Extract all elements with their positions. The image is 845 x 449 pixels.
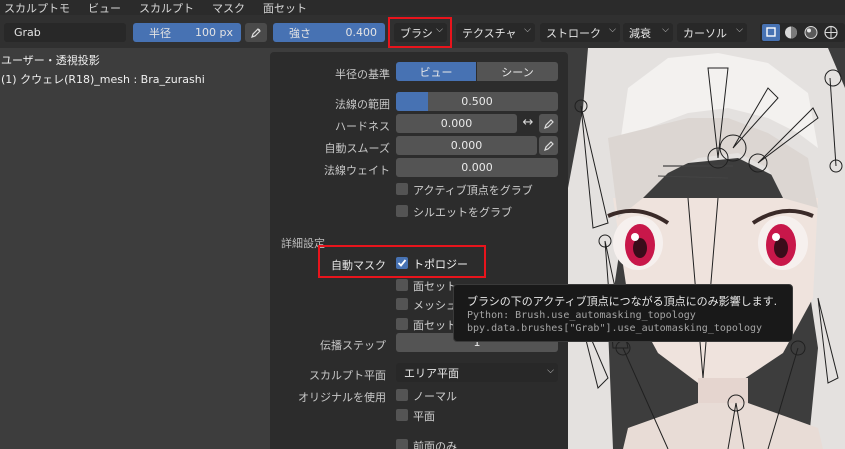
radius-basis-scene-button[interactable]: シーン	[477, 62, 558, 81]
shading-wireframe-button[interactable]	[762, 24, 780, 41]
radius-value: 100 px	[195, 26, 233, 39]
original-normal-label: ノーマル	[413, 390, 457, 403]
double-arrow-icon[interactable]: ↔	[519, 114, 537, 133]
falloff-menu-label: 減衰	[629, 26, 651, 40]
annotation-highlight-brush-menu	[388, 17, 452, 48]
original-plane-checkbox[interactable]	[396, 409, 408, 421]
radius-label: 半径	[149, 26, 171, 40]
normal-radius-slider[interactable]: 0.500	[396, 92, 558, 111]
annotation-highlight-topology	[318, 245, 486, 278]
character-model-image	[568, 48, 845, 449]
face-sets-checkbox[interactable]	[396, 279, 408, 291]
shading-material-button[interactable]	[802, 24, 820, 41]
face-sets-label: 面セット	[413, 280, 457, 293]
strength-field[interactable]: 強さ 0.400	[273, 23, 385, 42]
brush-name: Grab	[14, 26, 41, 39]
menu-view[interactable]: ビュー	[88, 0, 121, 16]
tooltip-python-path: Python: Brush.use_automasking_topology	[467, 310, 696, 321]
solid-shading-icon	[785, 26, 797, 39]
radius-basis-label: 半径の基準	[335, 68, 390, 81]
autosmooth-label: 自動スムーズ	[324, 142, 390, 155]
grab-silhouette-checkbox[interactable]	[396, 205, 408, 217]
mesh-boundary-checkbox[interactable]	[396, 298, 408, 310]
front-faces-checkbox[interactable]	[396, 439, 408, 449]
normal-weight-field[interactable]: 0.000	[396, 158, 558, 177]
chevron-down-icon: ⌵	[736, 25, 743, 35]
topology-tooltip: ブラシの下のアクティブ頂点につながる頂点にのみ影響します. Python: Br…	[453, 284, 793, 342]
hardness-label: ハードネス	[335, 120, 390, 133]
shading-rendered-button[interactable]	[822, 24, 840, 41]
hardness-pressure-button[interactable]	[539, 114, 558, 133]
brush-selector[interactable]: Grab	[4, 23, 126, 42]
pen-pressure-icon	[543, 118, 554, 129]
pen-pressure-icon	[543, 140, 554, 151]
material-shading-icon	[804, 26, 818, 39]
autosmooth-pressure-button[interactable]	[539, 136, 558, 155]
hardness-field[interactable]: 0.000	[396, 114, 517, 133]
propagation-steps-label: 伝播ステップ	[320, 339, 386, 352]
texture-menu-dropdown[interactable]: テクスチャ ⌵	[456, 23, 535, 42]
menu-bar: スカルプトモ ビュー スカルプト マスク 面セット	[0, 0, 845, 15]
wireframe-shading-icon	[766, 27, 776, 37]
autosmooth-field[interactable]: 0.000	[396, 136, 537, 155]
rendered-shading-icon	[824, 25, 838, 40]
strength-label: 強さ	[289, 26, 311, 40]
texture-menu-label: テクスチャ	[462, 26, 517, 40]
stroke-menu-dropdown[interactable]: ストローク ⌵	[540, 23, 620, 42]
tooltip-data-path: bpy.data.brushes["Grab"].use_automasking…	[467, 323, 763, 334]
chevron-down-icon: ⌵	[609, 25, 616, 35]
face-sets-boundary-label: 面セット	[413, 319, 457, 332]
menu-mask[interactable]: マスク	[212, 0, 245, 16]
sculpt-plane-value: エリア平面	[404, 366, 459, 380]
normal-radius-fill	[396, 92, 429, 111]
menu-sculpt[interactable]: スカルプト	[139, 0, 194, 16]
normal-radius-label: 法線の範囲	[335, 98, 390, 111]
falloff-menu-dropdown[interactable]: 減衰 ⌵	[623, 23, 673, 42]
menu-sculpt-mode[interactable]: スカルプトモ	[4, 0, 70, 16]
grab-active-vertex-checkbox[interactable]	[396, 183, 408, 195]
radius-field[interactable]: 半径 100 px	[133, 23, 241, 42]
radius-basis-view-button[interactable]: ビュー	[396, 62, 476, 81]
chevron-down-icon: ⌵	[662, 25, 669, 35]
cursor-menu-label: カーソル	[683, 26, 727, 40]
original-normal-checkbox[interactable]	[396, 389, 408, 401]
normal-radius-value: 0.500	[461, 95, 493, 108]
front-faces-label: 前面のみ	[413, 440, 457, 449]
sculpt-plane-label: スカルプト平面	[309, 369, 386, 382]
chevron-down-icon: ⌵	[524, 25, 531, 35]
radius-pressure-button[interactable]	[245, 23, 267, 42]
mesh-boundary-label: メッシュ	[413, 299, 457, 312]
stroke-menu-label: ストローク	[546, 26, 601, 40]
chevron-down-icon: ⌵	[547, 366, 554, 376]
cursor-menu-dropdown[interactable]: カーソル ⌵	[677, 23, 747, 42]
normal-weight-label: 法線ウェイト	[324, 164, 390, 177]
menu-face-sets[interactable]: 面セット	[263, 0, 307, 16]
use-original-label: オリジナルを使用	[298, 391, 386, 404]
grab-silhouette-label: シルエットをグラブ	[413, 206, 512, 219]
viewport-object-name: (1) クウェレ(R18)_mesh : Bra_zurashi	[1, 73, 205, 86]
tooltip-description: ブラシの下のアクティブ頂点につながる頂点にのみ影響します.	[467, 295, 778, 308]
sculpt-plane-dropdown[interactable]: エリア平面 ⌵	[396, 363, 558, 382]
original-plane-label: 平面	[413, 410, 435, 423]
grab-active-vertex-label: アクティブ頂点をグラブ	[413, 184, 533, 197]
viewport-view-name: ユーザー・透視投影	[1, 54, 100, 67]
viewport-shading-buttons	[760, 23, 845, 42]
pen-pressure-icon	[251, 27, 261, 38]
face-sets-boundary-checkbox[interactable]	[396, 318, 408, 330]
strength-value: 0.400	[345, 26, 378, 39]
shading-solid-button[interactable]	[782, 24, 800, 41]
